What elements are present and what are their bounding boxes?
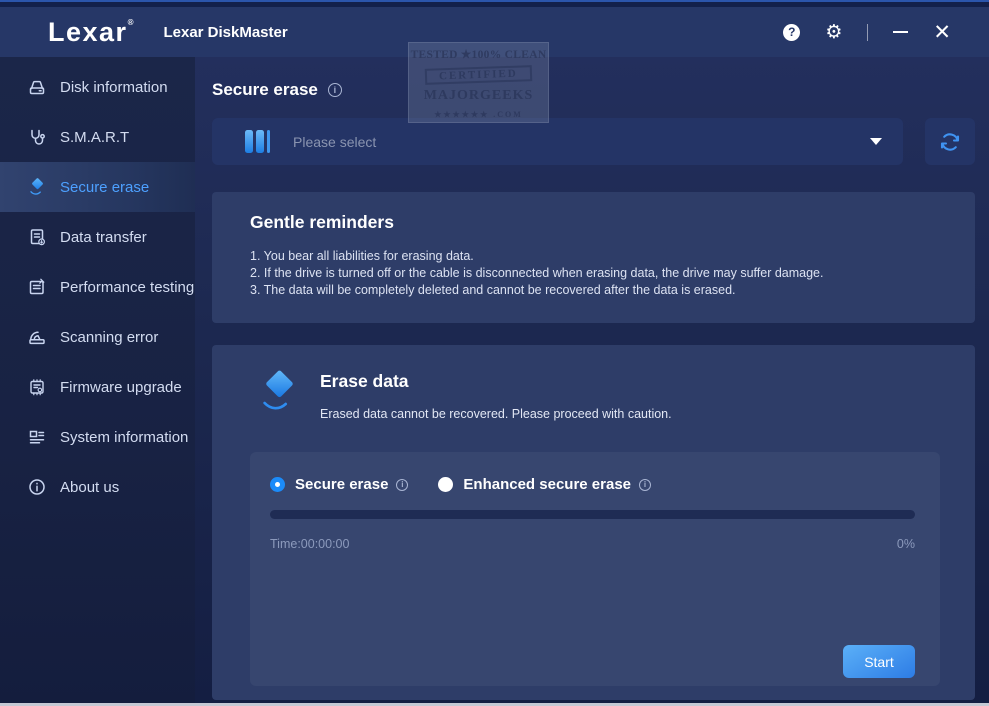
info-icon[interactable]: i <box>639 479 651 491</box>
sidebar: Disk information S.M.A.R.T <box>0 57 195 706</box>
radio-enhanced-secure-erase[interactable] <box>438 477 453 492</box>
disk-icon <box>27 77 47 97</box>
sidebar-item-firmware-upgrade[interactable]: Firmware upgrade <box>0 362 195 412</box>
sidebar-item-smart[interactable]: S.M.A.R.T <box>0 112 195 162</box>
progress-bar <box>270 510 915 519</box>
drive-icon <box>245 130 270 153</box>
sidebar-item-data-transfer[interactable]: Data transfer <box>0 212 195 262</box>
progress-percent: 0% <box>897 537 915 551</box>
reminder-item: 1. You bear all liabilities for erasing … <box>250 248 823 265</box>
radio-secure-erase[interactable] <box>270 477 285 492</box>
close-icon[interactable]: ✕ <box>933 22 951 43</box>
help-icon[interactable]: ? <box>783 24 800 41</box>
sidebar-item-label: Performance testing <box>60 279 194 296</box>
stethoscope-icon <box>27 127 47 147</box>
document-pencil-icon <box>27 277 47 297</box>
sidebar-item-label: Firmware upgrade <box>60 379 182 396</box>
titlebar: Lexar® Lexar DiskMaster ? ⚙ ✕ <box>0 7 989 57</box>
eraser-icon <box>27 177 47 197</box>
erase-subtitle: Erased data cannot be recovered. Please … <box>320 407 672 421</box>
refresh-button[interactable] <box>925 118 975 165</box>
main-content: Secure erase i Please select Gentle remi… <box>195 57 989 706</box>
reminders-list: 1. You bear all liabilities for erasing … <box>250 248 823 299</box>
erase-data-panel: Erase data Erased data cannot be recover… <box>212 345 975 700</box>
reminders-panel: Gentle reminders 1. You bear all liabili… <box>212 192 975 323</box>
window-top-edge <box>0 0 989 7</box>
sidebar-item-scanning-error[interactable]: Scanning error <box>0 312 195 362</box>
info-icon[interactable]: i <box>396 479 408 491</box>
chip-icon <box>27 377 47 397</box>
start-button[interactable]: Start <box>843 645 915 678</box>
logo-registered-mark: ® <box>128 18 134 27</box>
info-icon[interactable]: i <box>328 83 342 97</box>
sidebar-item-performance-testing[interactable]: Performance testing <box>0 262 195 312</box>
device-select[interactable]: Please select <box>212 118 903 165</box>
reminder-item: 3. The data will be completely deleted a… <box>250 282 823 299</box>
info-circle-icon <box>27 477 47 497</box>
sidebar-item-label: System information <box>60 429 188 446</box>
erase-mode-options: Secure erase i Enhanced secure erase i <box>270 476 651 493</box>
eraser-icon <box>256 369 302 420</box>
sidebar-item-about-us[interactable]: About us <box>0 462 195 512</box>
select-placeholder: Please select <box>293 134 376 150</box>
sidebar-item-label: About us <box>60 479 119 496</box>
sidebar-item-label: Secure erase <box>60 179 149 196</box>
sidebar-item-label: S.M.A.R.T <box>60 129 129 146</box>
radio-label: Enhanced secure erase <box>463 476 631 493</box>
document-transfer-icon <box>27 227 47 247</box>
sidebar-item-disk-information[interactable]: Disk information <box>0 62 195 112</box>
lexar-logo: Lexar® <box>48 19 133 46</box>
erase-options-panel: Secure erase i Enhanced secure erase i T… <box>250 452 940 686</box>
refresh-icon <box>938 130 962 154</box>
reminder-item: 2. If the drive is turned off or the cab… <box>250 265 823 282</box>
sidebar-item-label: Disk information <box>60 79 168 96</box>
scan-gauge-icon <box>27 327 47 347</box>
sidebar-item-system-information[interactable]: System information <box>0 412 195 462</box>
elapsed-time: Time:00:00:00 <box>270 537 349 551</box>
titlebar-divider <box>867 24 868 41</box>
page-title: Secure erase <box>212 80 318 100</box>
system-list-icon <box>27 427 47 447</box>
radio-label: Secure erase <box>295 476 388 493</box>
minimize-icon <box>893 31 908 33</box>
page-header: Secure erase i <box>212 80 342 100</box>
minimize-button[interactable] <box>893 23 908 41</box>
erase-title: Erase data <box>320 371 409 392</box>
logo-text: Lexar <box>48 17 128 47</box>
progress-meta: Time:00:00:00 0% <box>270 537 915 551</box>
sidebar-item-secure-erase[interactable]: Secure erase <box>0 162 195 212</box>
sidebar-item-label: Scanning error <box>60 329 158 346</box>
chevron-down-icon <box>870 138 882 145</box>
app-title: Lexar DiskMaster <box>163 24 287 41</box>
titlebar-actions: ? ⚙ ✕ <box>783 22 951 43</box>
app-window: Lexar® Lexar DiskMaster ? ⚙ ✕ Disk infor… <box>0 0 989 706</box>
gear-icon[interactable]: ⚙ <box>825 23 842 42</box>
reminders-title: Gentle reminders <box>250 212 394 233</box>
sidebar-item-label: Data transfer <box>60 229 147 246</box>
